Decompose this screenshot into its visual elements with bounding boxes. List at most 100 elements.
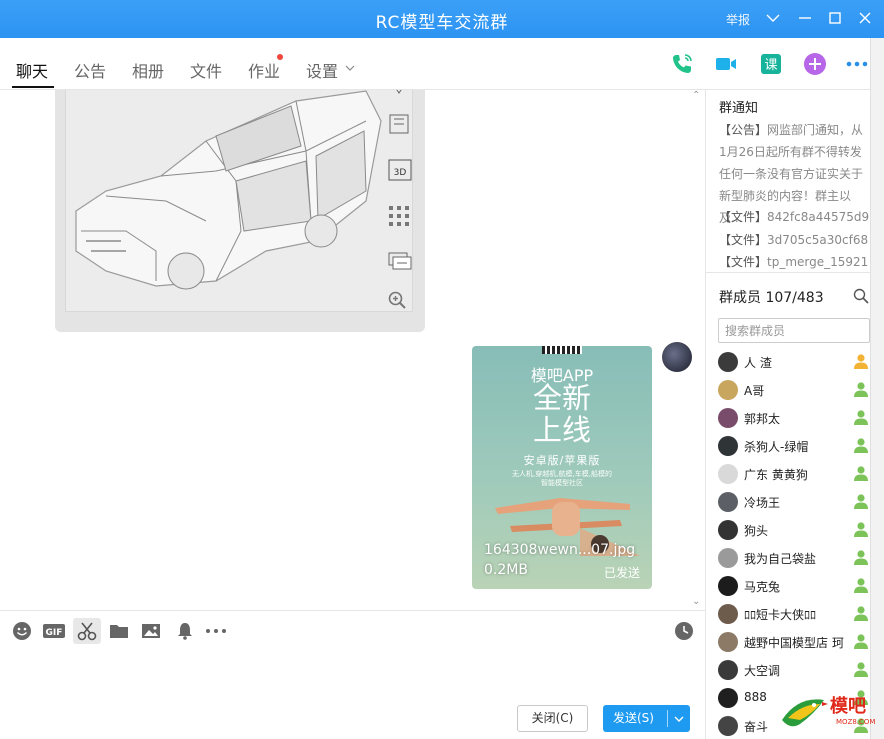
member-name: 狗头 (744, 524, 769, 538)
scroll-down-icon[interactable]: ⌄ (692, 596, 702, 607)
more-dots-icon[interactable] (205, 621, 227, 641)
member-name: ﾛﾛ短卡大侠ﾛﾛ (744, 608, 817, 622)
avatar[interactable] (718, 352, 738, 372)
tab-files[interactable]: 文件 (190, 58, 222, 82)
chat-messages[interactable]: 3D ⌃ 模吧APP 全新 上线 安卓版/苹果版 无人机,穿越机,航模,车模,船… (0, 90, 705, 610)
tab-homework[interactable]: 作业 (248, 58, 280, 82)
svg-text:课: 课 (764, 58, 777, 73)
member-item[interactable]: A哥 (718, 376, 871, 404)
homework-badge (277, 54, 283, 60)
svg-text:GIF: GIF (46, 628, 63, 638)
emoji-icon[interactable] (12, 621, 32, 641)
member-name: A哥 (744, 384, 765, 398)
person-status-icon (854, 466, 868, 481)
file-image-message[interactable]: 模吧APP 全新 上线 安卓版/苹果版 无人机,穿越机,航模,车模,船模的 智能… (472, 346, 652, 589)
chevron-down-icon[interactable] (763, 8, 783, 28)
gif-icon[interactable]: GIF (43, 621, 65, 641)
report-link[interactable]: 举报 (726, 11, 750, 28)
avatar[interactable] (662, 342, 692, 372)
history-clock-icon[interactable] (674, 621, 694, 641)
maximize-icon[interactable] (825, 8, 845, 28)
member-item[interactable]: 杀狗人-绿帽 (718, 432, 871, 460)
announcement-tag: 【公告】 (719, 123, 768, 137)
avatar[interactable] (718, 716, 738, 736)
qr-code-strip (542, 346, 582, 354)
member-item[interactable]: ﾛﾛ短卡大侠ﾛﾛ (718, 600, 871, 628)
watermark-domain: MOZ8.COM (836, 718, 876, 726)
folder-icon[interactable] (109, 621, 129, 641)
poster-headline-1: 全新 (532, 381, 591, 415)
member-search-input[interactable] (718, 318, 870, 343)
send-button[interactable]: 发送(S) (603, 705, 690, 732)
more-icon[interactable] (845, 52, 869, 76)
image-message[interactable]: 3D (55, 90, 425, 332)
group-file-item[interactable]: 【文件】tp_merge_15921... (719, 253, 869, 270)
message-input-area[interactable]: GIF 关闭(C) 发送(S) (0, 610, 705, 739)
avatar[interactable] (718, 492, 738, 512)
person-status-icon (854, 662, 868, 677)
avatar[interactable] (718, 464, 738, 484)
avatar[interactable] (718, 380, 738, 400)
member-name: 我为自己袋盐 (744, 552, 817, 566)
avatar[interactable] (718, 520, 738, 540)
avatar[interactable] (718, 688, 738, 708)
member-item[interactable]: 冷场王 (718, 488, 871, 516)
3d-icon[interactable]: 3D (388, 159, 412, 181)
face-edit-icon[interactable] (388, 90, 410, 95)
avatar[interactable] (718, 548, 738, 568)
outer-scrollbar[interactable] (870, 38, 884, 739)
person-status-icon (854, 494, 868, 509)
member-item[interactable]: 人 渣 (718, 348, 871, 376)
chevron-down-icon[interactable] (673, 714, 685, 724)
member-item[interactable]: 我为自己袋盐 (718, 544, 871, 572)
avatar[interactable] (718, 436, 738, 456)
phone-icon[interactable] (670, 52, 694, 76)
chat-box-icon[interactable] (388, 251, 412, 271)
collapse-up-icon[interactable]: ⌃ (692, 90, 702, 101)
person-status-icon (854, 634, 868, 649)
member-name: 广东 黄黄狗 (744, 468, 808, 482)
avatar[interactable] (718, 660, 738, 680)
group-file-item[interactable]: 【文件】842fc8a44575d9... (719, 208, 869, 225)
avatar[interactable] (718, 632, 738, 652)
bell-icon[interactable] (175, 621, 195, 641)
grid-icon[interactable] (388, 205, 410, 227)
member-name: 马克兔 (744, 580, 781, 594)
screenshot-icon[interactable] (388, 113, 410, 135)
person-status-icon (854, 382, 868, 397)
group-file-item[interactable]: 【文件】3d705c5a30cf68... (719, 231, 869, 248)
video-icon[interactable] (714, 52, 738, 76)
watermark-brand: 模吧 (830, 696, 866, 717)
search-icon[interactable] (853, 288, 869, 304)
avatar[interactable] (718, 576, 738, 596)
file-name: 164308wewn...07.jpg (484, 542, 636, 558)
chevron-down-icon[interactable] (344, 62, 356, 74)
tab-bar: 聊天 公告 相册 文件 作业 设置 课 (0, 38, 884, 90)
member-item[interactable]: 广东 黄黄狗 (718, 460, 871, 488)
tab-album[interactable]: 相册 (132, 58, 164, 82)
person-status-icon (854, 550, 868, 565)
minimize-icon[interactable] (795, 8, 815, 28)
close-icon[interactable] (855, 8, 875, 28)
avatar[interactable] (718, 604, 738, 624)
tab-chat[interactable]: 聊天 (16, 58, 48, 82)
zoom-in-icon[interactable] (388, 291, 406, 309)
close-button[interactable]: 关闭(C) (517, 705, 588, 732)
person-status-icon (854, 354, 868, 369)
scissors-icon[interactable] (73, 618, 101, 644)
moz8-watermark-logo: 模吧 MOZ8.COM (778, 690, 878, 736)
course-icon[interactable]: 课 (759, 52, 783, 76)
member-name: 大空调 (744, 664, 781, 678)
image-icon[interactable] (141, 621, 161, 641)
member-item[interactable]: 越野中国模型店 珂 (718, 628, 871, 656)
tab-settings[interactable]: 设置 (306, 58, 338, 82)
plus-app-icon[interactable] (803, 52, 827, 76)
member-item[interactable]: 郭邦太 (718, 404, 871, 432)
member-item[interactable]: 马克兔 (718, 572, 871, 600)
member-item[interactable]: 狗头 (718, 516, 871, 544)
avatar[interactable] (718, 408, 738, 428)
tab-announcement[interactable]: 公告 (74, 58, 106, 82)
car-body-image[interactable]: 3D (65, 90, 413, 312)
member-item[interactable]: 大空调 (718, 656, 871, 684)
member-name: 越野中国模型店 珂 (744, 636, 844, 650)
